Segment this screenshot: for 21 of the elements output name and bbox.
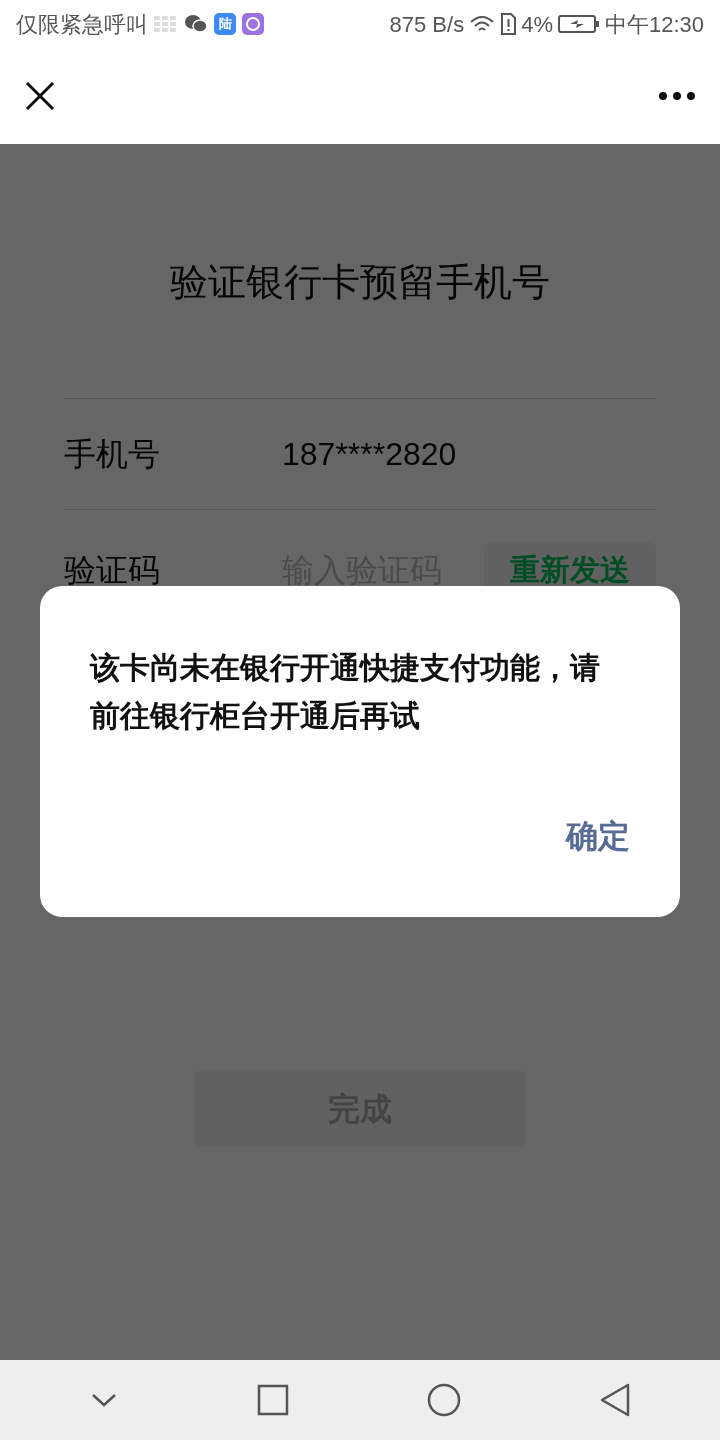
page-title: 验证银行卡预留手机号 [169,260,551,305]
field-label: 验证码 [64,550,161,590]
back-icon[interactable] [599,1383,631,1417]
clock: 中午12:30 [604,10,704,39]
phone-number: 187****2820 [282,435,457,474]
app-badge: 陆 [214,13,236,35]
confirm-button[interactable]: 确定 [566,812,630,860]
carrier-text: 仅限紧急呼叫 [16,10,148,39]
battery-charging-icon [557,14,600,34]
close-icon[interactable] [24,80,56,112]
battery-percent: 4% [521,10,553,39]
network-speed: 875 B/s [389,10,465,39]
more-icon[interactable] [658,91,696,101]
sim-alert-icon [500,13,517,35]
chat-icon [184,14,208,34]
recents-icon[interactable] [257,1384,289,1416]
grid-icon [154,15,178,33]
dialog-message: 该卡尚未在银行开通快捷支付功能，请前往银行柜台开通后再试 [90,650,601,734]
app-icon [242,13,264,35]
field-label: 手机号 [64,435,161,474]
home-icon[interactable] [427,1383,461,1417]
